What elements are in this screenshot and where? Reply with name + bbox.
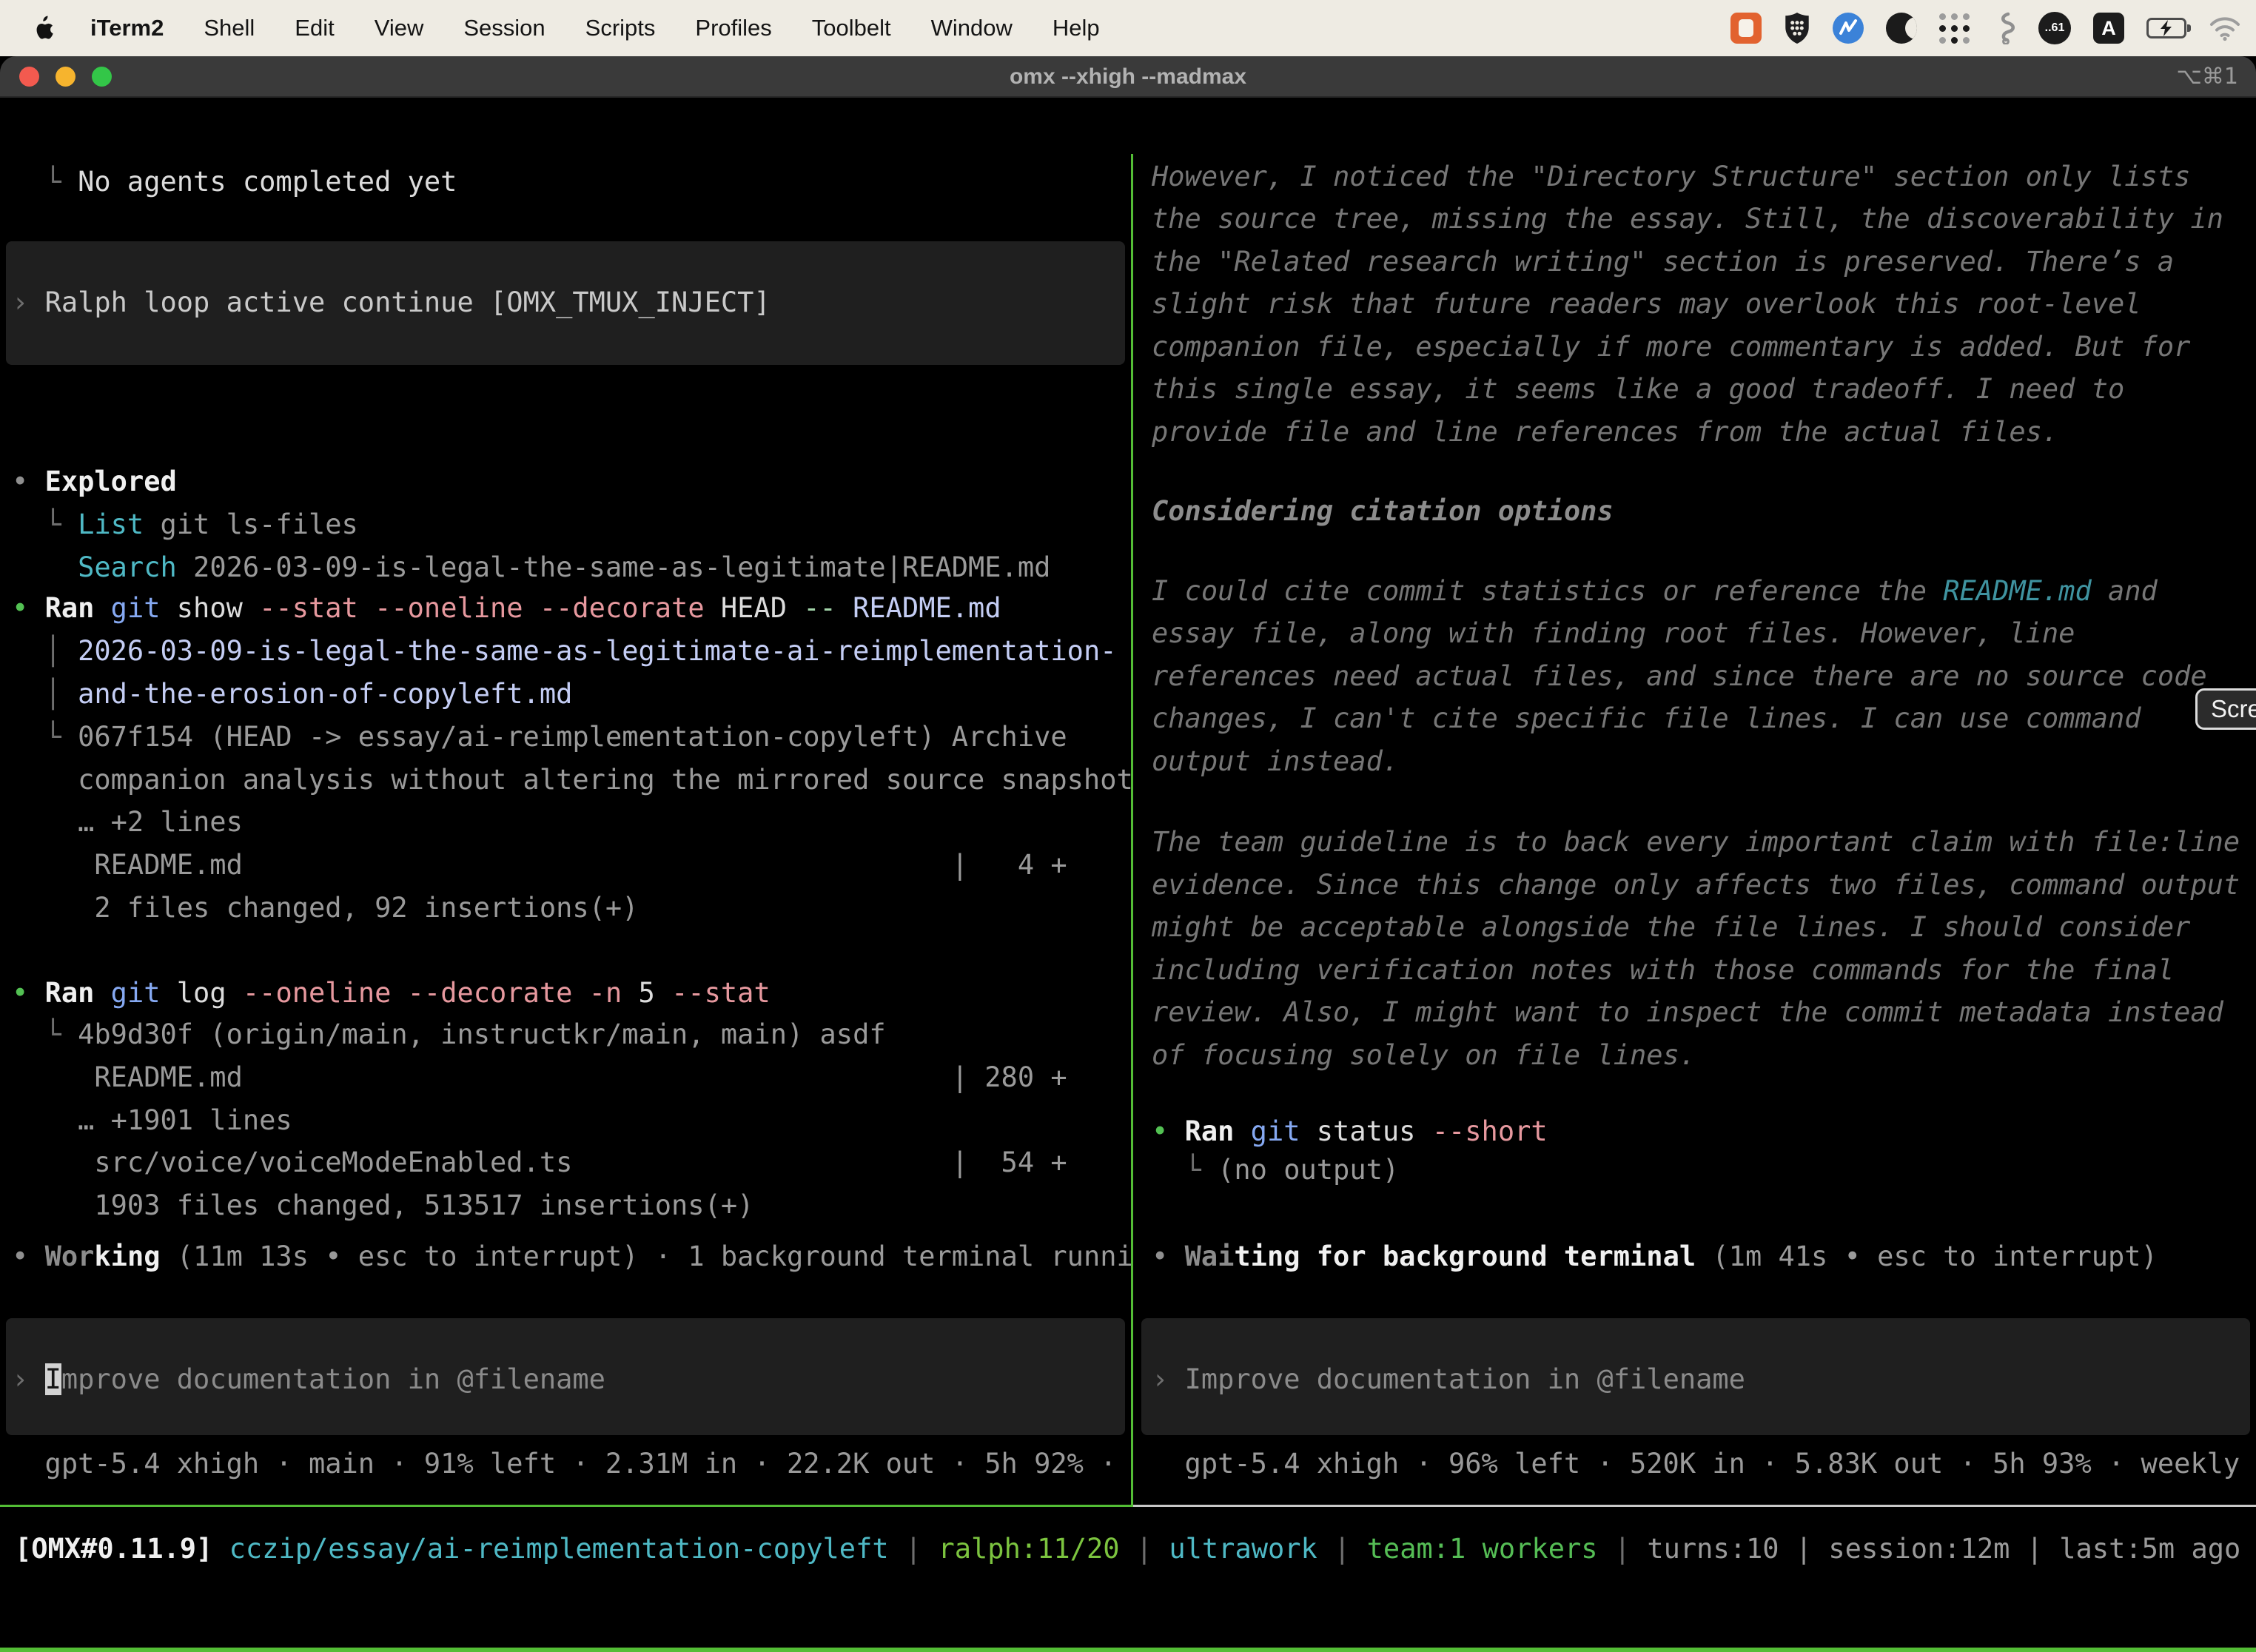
terminal-line: of focusing solely on file lines. bbox=[1152, 1034, 1696, 1077]
desktop: { "menu_bar": { "items": ["iTerm2", "She… bbox=[0, 0, 2256, 1652]
tmux-status-bar: [omx-cczip0:bash* "MacBook-Pro-44.local"… bbox=[0, 1648, 2256, 1652]
terminal-line: companion file, especially if more comme… bbox=[1152, 326, 2190, 369]
screen-share-indicator[interactable]: Scre bbox=[2195, 688, 2256, 730]
terminal-line: output instead. bbox=[1152, 740, 1399, 783]
terminal-line: essay file, along with finding root file… bbox=[1152, 612, 2075, 655]
menu-window[interactable]: Window bbox=[931, 15, 1013, 41]
chat-app-icon[interactable] bbox=[1730, 13, 1762, 44]
terminal-pane-left[interactable]: └ No agents completed yet › Ralph loop ac… bbox=[0, 154, 1131, 1505]
terminal-line: the "Related research writing" section i… bbox=[1152, 241, 2174, 283]
terminal-line: Considering citation options bbox=[1152, 490, 1614, 533]
terminal-line: › Improve documentation in @filename bbox=[1152, 1358, 1745, 1401]
terminal-line: companion analysis without altering the … bbox=[12, 759, 1131, 802]
terminal-line: might be acceptable alongside the file l… bbox=[1152, 906, 2190, 949]
terminal-line: gpt-5.4 xhigh · main · 91% left · 2.31M … bbox=[12, 1443, 1131, 1485]
terminal-line: changes, I can't cite specific file line… bbox=[1152, 697, 2141, 740]
menu-session[interactable]: Session bbox=[463, 15, 545, 41]
activity-sync-icon[interactable] bbox=[1833, 13, 1864, 44]
squiggle-utility-icon[interactable] bbox=[1994, 12, 2016, 44]
terminal-line: including verification notes with those … bbox=[1152, 949, 2174, 992]
input-source-icon[interactable]: A bbox=[2093, 13, 2124, 44]
iterm2-window: omx --xhigh --madmax ⌥⌘1 └ No agents com… bbox=[0, 56, 2256, 1652]
terminal-line: the source tree, missing the essay. Stil… bbox=[1152, 198, 2223, 241]
menu-toolbelt[interactable]: Toolbelt bbox=[812, 15, 891, 41]
omx-status-pane: [OMX#0.11.9] cczip/essay/ai-reimplementa… bbox=[0, 1507, 2256, 1648]
terminal-line: However, I noticed the "Directory Struct… bbox=[1152, 155, 2190, 198]
terminal-line: • Working (11m 13s • esc to interrupt) ·… bbox=[12, 1235, 1131, 1278]
menu-scripts[interactable]: Scripts bbox=[585, 15, 656, 41]
terminal-line: │ and-the-erosion-of-copyleft.md bbox=[12, 673, 572, 716]
menu-bar-status-icons: ..61 A bbox=[1730, 0, 2241, 56]
terminal-line: └ 067f154 (HEAD -> essay/ai-reimplementa… bbox=[12, 716, 1067, 759]
menu-help[interactable]: Help bbox=[1053, 15, 1100, 41]
terminal-line: • Ran git log --oneline --decorate -n 5 … bbox=[12, 972, 771, 1015]
wifi-icon[interactable] bbox=[2209, 15, 2241, 41]
terminal-line: provide file and line references from th… bbox=[1152, 411, 2058, 454]
terminal-line: • Waiting for background terminal (1m 41… bbox=[1152, 1235, 2158, 1278]
terminal-line: └ List git ls-files bbox=[12, 503, 358, 546]
terminal-line: I could cite commit statistics or refere… bbox=[1152, 570, 2158, 613]
terminal-line: › Ralph loop active continue [OMX_TMUX_I… bbox=[12, 281, 771, 324]
terminal-line: review. Also, I might want to inspect th… bbox=[1152, 991, 2223, 1034]
terminal-line: … +1901 lines bbox=[12, 1099, 292, 1142]
terminal-line: references need actual files, and since … bbox=[1152, 655, 2207, 698]
terminal-line: gpt-5.4 xhigh · 96% left · 520K in · 5.8… bbox=[1152, 1443, 2256, 1485]
terminal-line: this single essay, it seems like a good … bbox=[1152, 368, 2124, 411]
terminal-line: └ 4b9d30f (origin/main, instructkr/main,… bbox=[12, 1013, 886, 1056]
terminal-line: └ No agents completed yet bbox=[12, 161, 457, 204]
terminal-line: • Explored bbox=[12, 460, 177, 503]
window-shortcut-hint: ⌥⌘1 bbox=[2176, 56, 2238, 98]
terminal-line: • Ran git show --stat --oneline --decora… bbox=[12, 587, 1001, 630]
menu-bar: iTerm2 Shell Edit View Session Scripts Profile… bbox=[0, 0, 2256, 56]
terminal-line: › Improve documentation in @filename bbox=[12, 1358, 605, 1401]
battery-icon[interactable] bbox=[2146, 18, 2186, 38]
terminal-line: └ (no output) bbox=[1152, 1149, 1399, 1192]
disk-usage-icon[interactable] bbox=[1886, 13, 1917, 44]
shield-icon[interactable] bbox=[1784, 12, 1810, 44]
terminal-line: Search 2026-03-09-is-legal-the-same-as-l… bbox=[12, 546, 1050, 589]
dots-grid-icon[interactable] bbox=[1939, 12, 1972, 44]
menu-iterm2[interactable]: iTerm2 bbox=[90, 15, 164, 41]
terminal-line: … +2 lines bbox=[12, 801, 243, 844]
menu-items: iTerm2 Shell Edit View Session Scripts Profile… bbox=[90, 15, 1100, 41]
terminal-pane-right[interactable]: However, I noticed the "Directory Struct… bbox=[1132, 154, 2256, 1505]
terminal-line: [OMX#0.11.9] cczip/essay/ai-reimplementa… bbox=[15, 1528, 2240, 1571]
terminal-line: src/voice/voiceModeEnabled.ts | 54 + bbox=[12, 1141, 1067, 1184]
terminal-line: slight risk that future readers may over… bbox=[1152, 283, 2141, 326]
window-title: omx --xhigh --madmax bbox=[0, 56, 2256, 98]
menu-edit[interactable]: Edit bbox=[295, 15, 334, 41]
menu-profiles[interactable]: Profiles bbox=[695, 15, 771, 41]
pane-divider[interactable] bbox=[1131, 154, 1133, 1505]
title-bar[interactable]: omx --xhigh --madmax ⌥⌘1 bbox=[0, 56, 2256, 98]
battery-percent-badge-icon[interactable]: ..61 bbox=[2038, 12, 2071, 44]
menu-view[interactable]: View bbox=[375, 15, 424, 41]
terminal-line: 2 files changed, 92 insertions(+) bbox=[12, 887, 638, 930]
terminal-line: The team guideline is to back every impo… bbox=[1152, 821, 2240, 864]
terminal-line: README.md | 280 + bbox=[12, 1056, 1067, 1099]
terminal-line: │ 2026-03-09-is-legal-the-same-as-legiti… bbox=[12, 630, 1117, 673]
apple-menu-icon[interactable] bbox=[31, 16, 53, 41]
terminal-line: README.md | 4 + bbox=[12, 844, 1067, 887]
terminal-line: • Ran git status --short bbox=[1152, 1110, 1548, 1153]
terminal-line: evidence. Since this change only affects… bbox=[1152, 864, 2240, 907]
terminal-line: 1903 files changed, 513517 insertions(+) bbox=[12, 1184, 753, 1227]
menu-shell[interactable]: Shell bbox=[204, 15, 255, 41]
